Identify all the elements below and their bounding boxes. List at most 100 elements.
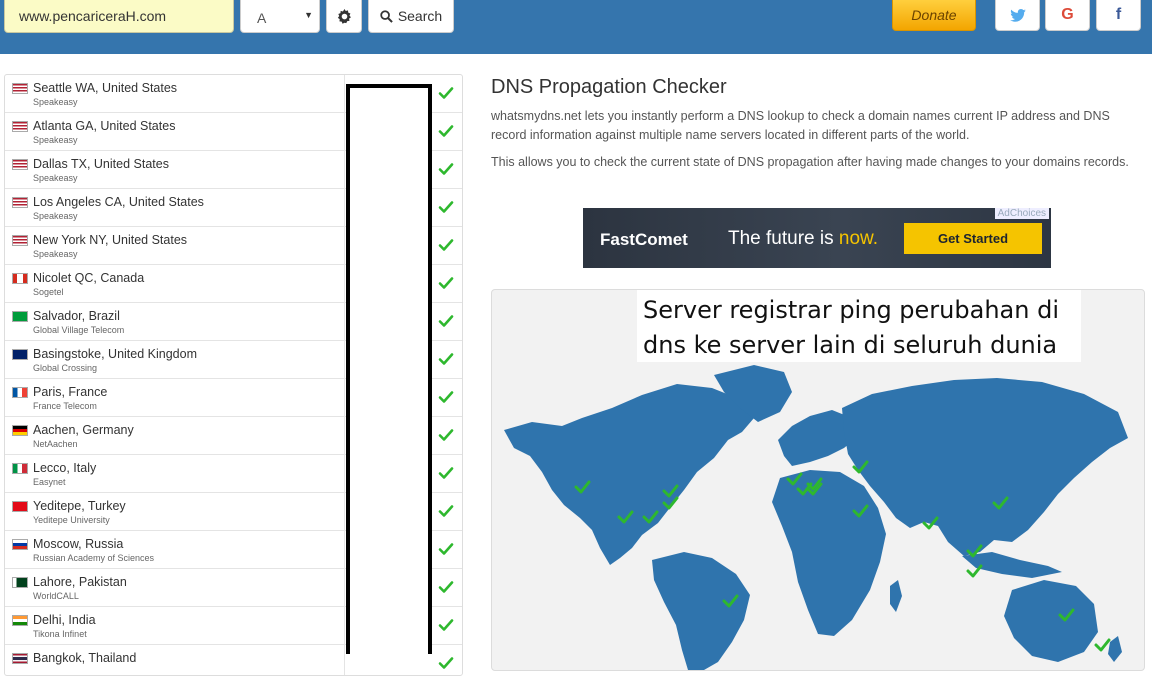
check-icon <box>438 619 454 631</box>
check-icon <box>438 657 454 669</box>
facebook-share-button[interactable]: f <box>1096 0 1141 31</box>
check-icon <box>438 163 454 175</box>
check-icon <box>438 125 454 137</box>
check-icon <box>438 277 454 289</box>
search-icon <box>380 9 393 23</box>
fr-flag-icon <box>12 387 28 398</box>
check-icon <box>438 239 454 251</box>
ip-results-redaction-box <box>346 84 432 654</box>
check-icon <box>438 543 454 555</box>
search-label: Search <box>397 8 443 24</box>
ad-tagline-text: The future is <box>728 228 834 249</box>
it-flag-icon <box>12 463 28 474</box>
server-provider: France Telecom <box>33 401 97 411</box>
asia-landmass <box>842 378 1128 556</box>
ad-tagline-highlight: now. <box>838 228 878 249</box>
server-provider: NetAachen <box>33 439 78 449</box>
africa-landmass <box>772 470 886 636</box>
australia-landmass <box>1004 580 1098 662</box>
server-location: New York NY, United States <box>33 233 188 247</box>
domain-input[interactable] <box>4 0 234 33</box>
in-flag-icon <box>12 615 28 626</box>
ad-brand: FastComet <box>600 230 688 249</box>
server-location: Paris, France <box>33 385 108 399</box>
adchoices-label[interactable]: AdChoices <box>994 208 1049 219</box>
server-location: Dallas TX, United States <box>33 157 169 171</box>
server-provider: Tikona Infinet <box>33 629 87 639</box>
br-flag-icon <box>12 311 28 322</box>
record-type-select[interactable]: A ▼ <box>240 0 320 33</box>
server-location: Lahore, Pakistan <box>33 575 127 589</box>
server-location: Basingstoke, United Kingdom <box>33 347 197 361</box>
server-location: Delhi, India <box>33 613 96 627</box>
server-location: Nicolet QC, Canada <box>33 271 145 285</box>
ad-tagline: The future is now. <box>728 228 878 250</box>
server-provider: WorldCALL <box>33 591 79 601</box>
check-icon <box>438 581 454 593</box>
server-provider: Speakeasy <box>33 135 78 145</box>
check-icon <box>438 467 454 479</box>
chevron-down-icon: ▼ <box>304 10 313 20</box>
us-flag-icon <box>12 197 28 208</box>
google-icon: G <box>1061 6 1074 23</box>
check-icon <box>438 201 454 213</box>
ru-flag-icon <box>12 539 28 550</box>
donate-button[interactable]: Donate <box>892 0 976 31</box>
south-america-landmass <box>652 552 750 670</box>
map-check-icon <box>966 564 983 578</box>
server-location: Aachen, Germany <box>33 423 134 437</box>
server-location: Seattle WA, United States <box>33 81 178 95</box>
us-flag-icon <box>12 235 28 246</box>
server-provider: Speakeasy <box>33 211 78 221</box>
settings-button[interactable] <box>326 0 362 33</box>
twitter-share-button[interactable] <box>995 0 1040 31</box>
indonesia-landmass <box>962 552 1062 578</box>
check-icon <box>438 315 454 327</box>
record-type-value: A <box>257 10 267 26</box>
check-icon <box>438 353 454 365</box>
twitter-icon <box>1009 8 1026 22</box>
annotation-overlay: Server registrar ping perubahan di dns k… <box>637 290 1081 362</box>
annotation-line-2: dns ke server lain di seluruh dunia <box>643 331 1058 359</box>
top-toolbar: A ▼ Search Donate G f <box>0 0 1152 54</box>
us-flag-icon <box>12 121 28 132</box>
ca-flag-icon <box>12 273 28 284</box>
de-flag-icon <box>12 425 28 436</box>
ad-get-started-button[interactable]: Get Started <box>904 223 1042 254</box>
annotation-line-1: Server registrar ping perubahan di <box>643 296 1059 324</box>
server-location: Lecco, Italy <box>33 461 97 475</box>
gb-flag-icon <box>12 349 28 360</box>
server-location: Atlanta GA, United States <box>33 119 176 133</box>
server-location: Los Angeles CA, United States <box>33 195 204 209</box>
server-provider: Speakeasy <box>33 97 78 107</box>
north-america-landmass <box>504 384 754 565</box>
server-provider: Russian Academy of Sciences <box>33 553 155 563</box>
server-provider: Global Crossing <box>33 363 98 373</box>
server-provider: Easynet <box>33 477 66 487</box>
us-flag-icon <box>12 159 28 170</box>
pk-flag-icon <box>12 577 28 588</box>
server-location: Moscow, Russia <box>33 537 124 551</box>
intro-paragraph: whatsmydns.net lets you instantly perfor… <box>491 109 1110 142</box>
gear-icon <box>337 8 351 24</box>
check-icon <box>438 429 454 441</box>
check-icon <box>438 391 454 403</box>
facebook-icon: f <box>1115 6 1122 23</box>
madagascar-landmass <box>890 580 902 612</box>
google-share-button[interactable]: G <box>1045 0 1090 31</box>
page-title: DNS Propagation Checker <box>491 76 727 98</box>
server-provider: Global Village Telecom <box>33 325 125 335</box>
server-location: Bangkok, Thailand <box>33 651 137 665</box>
server-location: Salvador, Brazil <box>33 309 120 323</box>
us-flag-icon <box>12 83 28 94</box>
search-button[interactable]: Search <box>368 0 454 33</box>
check-icon <box>438 505 454 517</box>
server-provider: Speakeasy <box>33 249 78 259</box>
tr-flag-icon <box>12 501 28 512</box>
th-flag-icon <box>12 653 28 664</box>
server-provider: Speakeasy <box>33 173 78 183</box>
advert-banner[interactable]: AdChoices FastComet The future is now. G… <box>583 208 1051 268</box>
server-provider: Sogetel <box>33 287 64 297</box>
server-location: Yeditepe, Turkey <box>33 499 126 513</box>
server-provider: Yeditepe University <box>33 515 110 525</box>
